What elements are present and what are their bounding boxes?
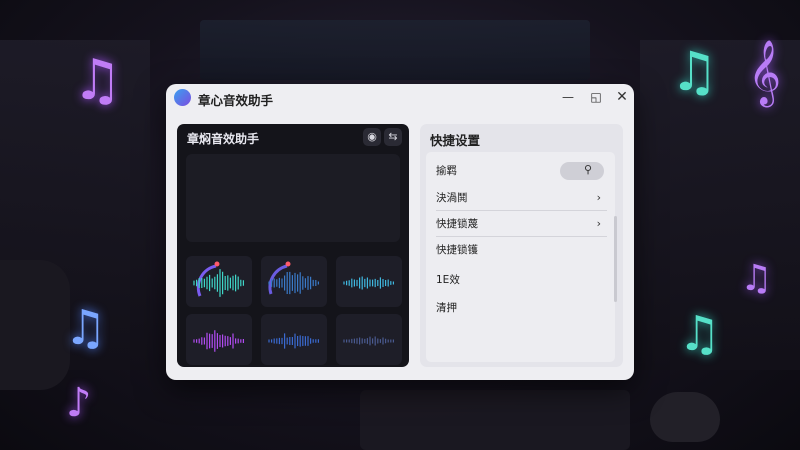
settings-item[interactable]: 快捷锁蔑 › [436, 212, 607, 237]
minimize-button[interactable]: — [560, 89, 576, 105]
background-monitor [200, 20, 590, 80]
background-keyboard [360, 390, 630, 450]
settings-list: 揄羁 ⚲ 決渦鬨 › 快捷锁蔑 › 快捷锁镬 1E效 清押 [426, 152, 617, 362]
title-bar[interactable]: 章心音效助手 — ◱ ✕ [166, 84, 634, 112]
item-label: 1E效 [436, 274, 460, 286]
left-glow-waveform [3, 179, 165, 251]
search-input[interactable]: ⚲ [560, 162, 604, 180]
waveform-thumbnail[interactable] [336, 256, 402, 307]
window-title: 章心音效助手 [198, 93, 274, 108]
settings-item[interactable]: 清押 [436, 296, 607, 320]
item-label: 清押 [436, 302, 457, 314]
swap-icon[interactable]: ⇆ [384, 128, 402, 146]
music-note-icon: ♫ [670, 40, 719, 103]
chevron-right-icon: › [596, 191, 601, 204]
settings-item[interactable]: 1E效 [436, 268, 607, 292]
right-glow-waveform [635, 172, 797, 260]
settings-title: 快捷设置 [430, 133, 481, 148]
music-note-icon: ♫ [678, 306, 722, 362]
search-label: 揄羁 [436, 165, 457, 177]
waveform-thumbnail[interactable] [261, 314, 327, 365]
record-icon[interactable]: ◉ [363, 128, 381, 146]
settings-item[interactable]: 決渦鬨 › [436, 186, 607, 211]
app-window: 章心音效助手 — ◱ ✕ 章焖音效助手 ◉ ⇆ 快捷设置 揄羁 ⚲ 決渦鬨 › … [166, 84, 634, 380]
search-icon: ⚲ [584, 163, 593, 176]
item-label: 決渦鬨 [436, 192, 468, 204]
waveform-thumbnail[interactable] [261, 256, 327, 307]
item-label: 快捷锁蔑 [436, 218, 478, 230]
music-note-icon: ♫ [64, 300, 108, 356]
waveform-thumbnail[interactable] [336, 314, 402, 365]
scrollbar[interactable] [614, 216, 617, 302]
background-mouse [650, 392, 720, 442]
music-note-icon: ♫ [740, 258, 773, 299]
panel-title: 章焖音效助手 [187, 132, 260, 146]
app-logo-icon [174, 89, 191, 106]
settings-item[interactable]: 快捷锁镬 [436, 238, 607, 262]
main-waveform[interactable] [186, 154, 400, 242]
waveform-panel: 章焖音效助手 ◉ ⇆ [177, 124, 409, 367]
treble-clef-icon: 𝄞 [748, 40, 782, 105]
waveform-thumbnail[interactable] [186, 314, 252, 365]
close-button[interactable]: ✕ [614, 89, 630, 105]
music-note-icon: ♪ [66, 380, 92, 426]
quick-settings-panel: 快捷设置 揄羁 ⚲ 決渦鬨 › 快捷锁蔑 › 快捷锁镬 1E效 清押 [420, 124, 623, 367]
waveform-thumbnail[interactable] [186, 256, 252, 307]
chevron-right-icon: › [596, 217, 601, 230]
music-note-icon: ♫ [72, 48, 123, 113]
item-label: 快捷锁镬 [436, 244, 478, 256]
maximize-button[interactable]: ◱ [588, 89, 604, 105]
